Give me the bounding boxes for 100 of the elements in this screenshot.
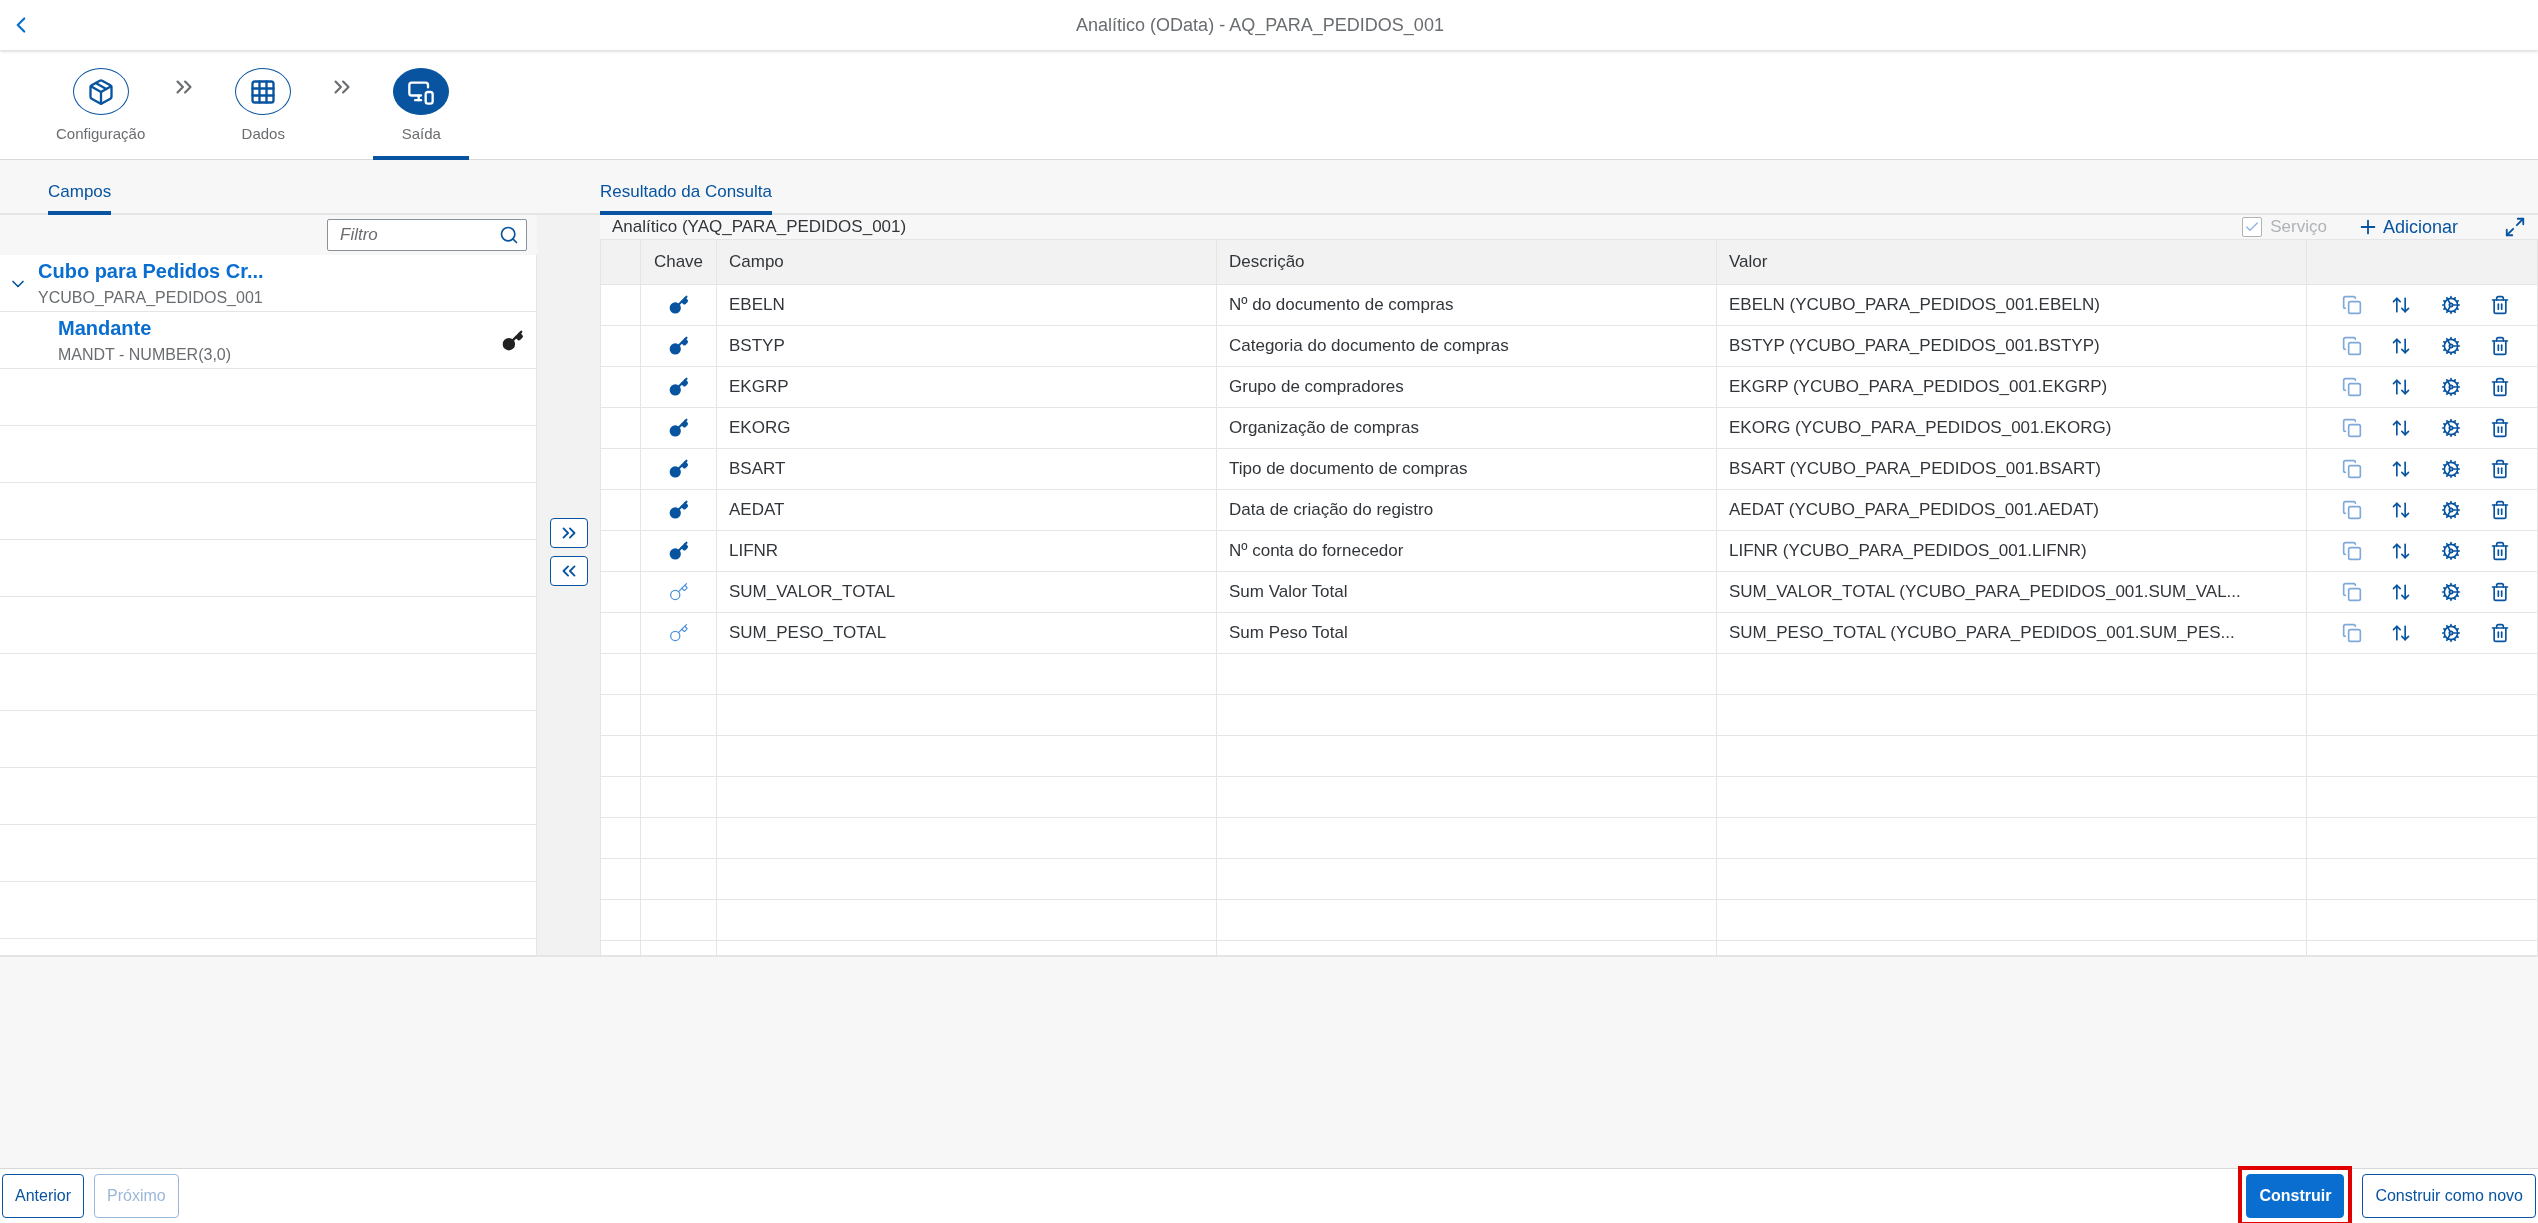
delete-button[interactable] bbox=[2490, 336, 2511, 356]
fields-tab[interactable]: Campos bbox=[48, 160, 112, 215]
sort-button[interactable] bbox=[2391, 377, 2412, 397]
settings-button[interactable] bbox=[2440, 418, 2461, 438]
delete-button[interactable] bbox=[2490, 459, 2511, 479]
sort-icon bbox=[2391, 459, 2412, 479]
description-cell: Sum Peso Total bbox=[1217, 613, 1717, 654]
copy-icon bbox=[2341, 500, 2362, 520]
settings-button[interactable] bbox=[2440, 295, 2461, 315]
delete-button[interactable] bbox=[2490, 295, 2511, 315]
delete-button[interactable] bbox=[2490, 623, 2511, 643]
field-cell: BSTYP bbox=[717, 326, 1217, 367]
sort-icon bbox=[2391, 582, 2412, 602]
description-cell: Grupo de compradores bbox=[1217, 367, 1717, 408]
footer-button[interactable]: Anterior bbox=[2, 1174, 85, 1218]
wizard-step[interactable]: Configuração bbox=[48, 50, 154, 160]
trash-icon bbox=[2490, 295, 2511, 315]
row-selector-cell[interactable] bbox=[601, 326, 641, 367]
value-cell: BSTYP (YCUBO_PARA_PEDIDOS_001.BSTYP) bbox=[1717, 326, 2307, 367]
settings-button[interactable] bbox=[2440, 377, 2461, 397]
wizard-step[interactable]: Dados bbox=[215, 50, 312, 160]
field-cell: LIFNR bbox=[717, 531, 1217, 572]
row-selector-cell[interactable] bbox=[601, 285, 641, 326]
sort-button[interactable] bbox=[2391, 295, 2412, 315]
field-title: Mandante bbox=[58, 317, 153, 340]
sort-icon bbox=[2391, 623, 2412, 643]
row-selector-cell[interactable] bbox=[601, 613, 641, 654]
column-header: Descrição bbox=[1217, 240, 1717, 285]
trash-icon bbox=[2490, 459, 2511, 479]
description-cell: Nº conta do fornecedor bbox=[1217, 531, 1717, 572]
move-left-button[interactable] bbox=[549, 556, 588, 586]
trash-icon bbox=[2490, 582, 2511, 602]
query-result-tab[interactable]: Resultado da Consulta bbox=[600, 160, 772, 215]
copy-icon bbox=[2341, 377, 2362, 397]
trash-icon bbox=[2490, 336, 2511, 356]
package-icon bbox=[86, 77, 115, 106]
value-cell: LIFNR (YCUBO_PARA_PEDIDOS_001.LIFNR) bbox=[1717, 531, 2307, 572]
sort-button[interactable] bbox=[2391, 582, 2412, 602]
sort-button[interactable] bbox=[2391, 459, 2412, 479]
settings-button[interactable] bbox=[2440, 541, 2461, 561]
delete-button[interactable] bbox=[2490, 500, 2511, 520]
value-cell: EKORG (YCUBO_PARA_PEDIDOS_001.EKORG) bbox=[1717, 408, 2307, 449]
search-icon bbox=[499, 225, 519, 245]
trash-icon bbox=[2490, 377, 2511, 397]
settings-icon bbox=[2440, 582, 2461, 602]
settings-icon bbox=[2440, 459, 2461, 479]
query-title: Analítico (YAQ_PARA_PEDIDOS_001) bbox=[612, 217, 908, 237]
grid-icon bbox=[249, 77, 278, 106]
delete-button[interactable] bbox=[2490, 418, 2511, 438]
settings-button[interactable] bbox=[2440, 500, 2461, 520]
trash-icon bbox=[2490, 418, 2511, 438]
cube-id: YCUBO_PARA_PEDIDOS_001 bbox=[38, 289, 264, 307]
field-cell: BSART bbox=[717, 449, 1217, 490]
settings-icon bbox=[2440, 623, 2461, 643]
field-cell: EKORG bbox=[717, 408, 1217, 449]
value-cell: SUM_PESO_TOTAL (YCUBO_PARA_PEDIDOS_001.SUM_PES... bbox=[1717, 613, 2307, 654]
copy-icon bbox=[2341, 295, 2362, 315]
row-selector-cell[interactable] bbox=[601, 408, 641, 449]
field-cell: EBELN bbox=[717, 285, 1217, 326]
move-right-button[interactable] bbox=[549, 518, 588, 548]
sort-icon bbox=[2391, 500, 2412, 520]
sort-button[interactable] bbox=[2391, 336, 2412, 356]
row-selector-cell[interactable] bbox=[601, 367, 641, 408]
description-cell: Tipo de documento de compras bbox=[1217, 449, 1717, 490]
row-selector-cell[interactable] bbox=[601, 531, 641, 572]
copy-icon bbox=[2341, 336, 2362, 356]
copy-icon bbox=[2341, 541, 2362, 561]
field-cell: AEDAT bbox=[717, 490, 1217, 531]
column-header: Chave bbox=[641, 240, 717, 285]
sort-button[interactable] bbox=[2391, 418, 2412, 438]
delete-button[interactable] bbox=[2490, 582, 2511, 602]
settings-button[interactable] bbox=[2440, 459, 2461, 479]
footer-button[interactable]: Construir bbox=[2246, 1174, 2345, 1218]
filter-field[interactable]: Filtro bbox=[327, 219, 527, 251]
expand-button[interactable] bbox=[2504, 216, 2526, 238]
settings-button[interactable] bbox=[2440, 582, 2461, 602]
sort-icon bbox=[2391, 295, 2412, 315]
settings-icon bbox=[2440, 336, 2461, 356]
sort-button[interactable] bbox=[2391, 500, 2412, 520]
delete-button[interactable] bbox=[2490, 541, 2511, 561]
trash-icon bbox=[2490, 541, 2511, 561]
add-button[interactable]: Adicionar bbox=[2350, 215, 2464, 239]
trash-icon bbox=[2490, 500, 2511, 520]
delete-button[interactable] bbox=[2490, 377, 2511, 397]
copy-icon bbox=[2341, 623, 2362, 643]
field-cell: EKGRP bbox=[717, 367, 1217, 408]
value-cell: EKGRP (YCUBO_PARA_PEDIDOS_001.EKGRP) bbox=[1717, 367, 2307, 408]
description-cell: Categoria do documento de compras bbox=[1217, 326, 1717, 367]
sort-button[interactable] bbox=[2391, 623, 2412, 643]
sort-button[interactable] bbox=[2391, 541, 2412, 561]
settings-icon bbox=[2440, 541, 2461, 561]
row-selector-cell[interactable] bbox=[601, 490, 641, 531]
sort-icon bbox=[2391, 418, 2412, 438]
row-selector-cell[interactable] bbox=[601, 572, 641, 613]
settings-button[interactable] bbox=[2440, 623, 2461, 643]
settings-button[interactable] bbox=[2440, 336, 2461, 356]
footer-button[interactable]: Construir como novo bbox=[2362, 1174, 2536, 1218]
column-header: Campo bbox=[717, 240, 1217, 285]
field-cell: SUM_VALOR_TOTAL bbox=[717, 572, 1217, 613]
row-selector-cell[interactable] bbox=[601, 449, 641, 490]
